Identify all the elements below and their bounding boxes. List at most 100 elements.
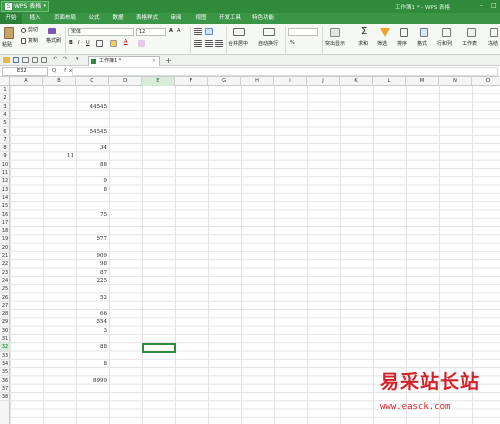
redo-icon[interactable]: ↷ (63, 56, 67, 63)
row-header-12[interactable]: 12 (0, 177, 10, 186)
percent-button[interactable]: % (290, 40, 295, 47)
copy-button[interactable]: 复制 (28, 38, 38, 45)
sort-button[interactable]: 排序 (397, 41, 407, 48)
cell-c23[interactable]: 87 (76, 269, 107, 277)
row-header-7[interactable]: 7 (0, 136, 10, 145)
row-header-16[interactable]: 16 (0, 211, 10, 219)
formula-input[interactable] (72, 67, 498, 76)
minimize-icon[interactable]: – (480, 2, 486, 10)
column-header-e[interactable]: E (142, 77, 175, 86)
cell-c19[interactable]: 577 (76, 235, 108, 243)
tab-table-style[interactable]: 表格样式 (130, 13, 164, 24)
cell-c12[interactable]: 9 (76, 177, 108, 185)
print-icon[interactable] (22, 57, 29, 63)
cell-c28[interactable]: 66 (76, 310, 107, 318)
cell-c6[interactable]: 54545 (76, 128, 108, 136)
column-header-b[interactable]: B (43, 77, 76, 86)
paste-label[interactable]: 粘贴 (2, 42, 12, 49)
align-middle-icon[interactable] (205, 28, 213, 35)
font-name-select[interactable]: 宋体 (68, 28, 134, 36)
filter-button[interactable]: 筛选 (377, 41, 387, 48)
format-painter-button[interactable]: 格式刷 (46, 38, 61, 45)
tab-review[interactable]: 审阅 (164, 13, 188, 24)
cell-c36[interactable]: 8999 (76, 377, 107, 385)
row-header-29[interactable]: 29 (0, 318, 10, 327)
row-header-15[interactable]: 15 (0, 202, 10, 211)
column-header-l[interactable]: L (373, 77, 406, 86)
rows-cols-button[interactable]: 行和列 (437, 41, 452, 48)
undo-icon[interactable]: ↶ (53, 56, 57, 63)
cell-c22[interactable]: 98 (76, 260, 107, 268)
row-header-37[interactable]: 37 (0, 385, 10, 394)
align-center-icon[interactable] (205, 40, 213, 47)
number-format-select[interactable] (288, 28, 318, 36)
close-icon[interactable]: × (152, 57, 156, 66)
bold-icon[interactable]: B (69, 40, 73, 47)
tab-page-layout[interactable]: 页面布局 (48, 13, 82, 24)
row-header-8[interactable]: 8 (0, 144, 10, 153)
column-header-j[interactable]: J (307, 77, 340, 86)
column-header-f[interactable]: F (175, 77, 208, 86)
row-header-21[interactable]: 21 (0, 252, 10, 261)
save-icon[interactable] (13, 57, 19, 63)
row-header-1[interactable]: 1 (0, 86, 10, 95)
cell-c26[interactable]: 52 (76, 294, 107, 302)
format-button[interactable]: 格式 (417, 41, 427, 48)
font-size-select[interactable]: 12 (136, 28, 166, 36)
clear-format-icon[interactable] (138, 40, 145, 47)
wps-menu-button[interactable]: S WPS 表格 ▾ (1, 1, 49, 12)
tab-special[interactable]: 特色功能 (246, 13, 280, 24)
row-header-10[interactable]: 10 (0, 161, 10, 169)
tab-view[interactable]: 视图 (188, 13, 214, 24)
row-header-6[interactable]: 6 (0, 128, 10, 136)
cut-button[interactable]: 剪切 (28, 27, 38, 34)
row-header-9[interactable]: 9 (0, 152, 10, 161)
selected-cell-e32[interactable] (142, 343, 176, 353)
row-header-2[interactable]: 2 (0, 94, 10, 103)
row-header-17[interactable]: 17 (0, 219, 10, 228)
column-header-o[interactable]: O (472, 77, 500, 86)
export-icon[interactable] (41, 57, 47, 63)
row-header-33[interactable]: 33 (0, 352, 10, 360)
shrink-font-icon[interactable]: A (177, 28, 180, 35)
align-left-icon[interactable] (194, 40, 202, 47)
cell-c13[interactable]: 8 (76, 186, 108, 194)
row-header-36[interactable]: 36 (0, 377, 10, 385)
tab-data[interactable]: 数据 (106, 13, 130, 24)
row-header-35[interactable]: 35 (0, 368, 10, 377)
row-header-20[interactable]: 20 (0, 244, 10, 252)
row-header-31[interactable]: 31 (0, 335, 10, 344)
cell-c34[interactable]: 8 (76, 360, 108, 368)
merge-center-button[interactable]: 合并居中 (228, 41, 248, 48)
grow-font-icon[interactable]: A (169, 28, 173, 35)
column-header-h[interactable]: H (241, 77, 274, 86)
cell-c24[interactable]: 225 (76, 277, 108, 285)
align-top-icon[interactable] (194, 28, 202, 35)
show-hide-button[interactable]: 突出显示 (325, 41, 345, 48)
open-icon[interactable] (3, 57, 10, 63)
sum-button[interactable]: 求和 (358, 41, 368, 48)
cell-c30[interactable]: 3 (76, 327, 108, 335)
select-all-corner[interactable] (0, 77, 10, 86)
print-preview-icon[interactable] (32, 57, 38, 63)
row-header-11[interactable]: 11 (0, 169, 10, 178)
row-header-38[interactable]: 38 (0, 393, 10, 402)
row-header-25[interactable]: 25 (0, 285, 10, 294)
column-header-d[interactable]: D (109, 77, 142, 86)
tab-insert[interactable]: 插入 (22, 13, 48, 24)
underline-icon[interactable]: U (86, 40, 90, 47)
cell-b9[interactable]: 11 (43, 152, 74, 160)
cell-c10[interactable]: 88 (76, 161, 107, 169)
row-header-28[interactable]: 28 (0, 310, 10, 319)
font-color-icon[interactable]: A (124, 39, 127, 46)
column-header-m[interactable]: M (406, 77, 439, 86)
cell-c16[interactable]: 75 (76, 211, 107, 219)
row-header-34[interactable]: 34 (0, 360, 10, 369)
fill-color-icon[interactable] (110, 40, 117, 47)
row-header-26[interactable]: 26 (0, 294, 10, 302)
tab-workbook1[interactable]: 工作簿1 * × (88, 56, 160, 66)
column-header-c[interactable]: C (76, 77, 109, 86)
tab-developer[interactable]: 开发工具 (214, 13, 246, 24)
cell-c29[interactable]: 554 (76, 318, 108, 326)
column-header-g[interactable]: G (208, 77, 241, 86)
